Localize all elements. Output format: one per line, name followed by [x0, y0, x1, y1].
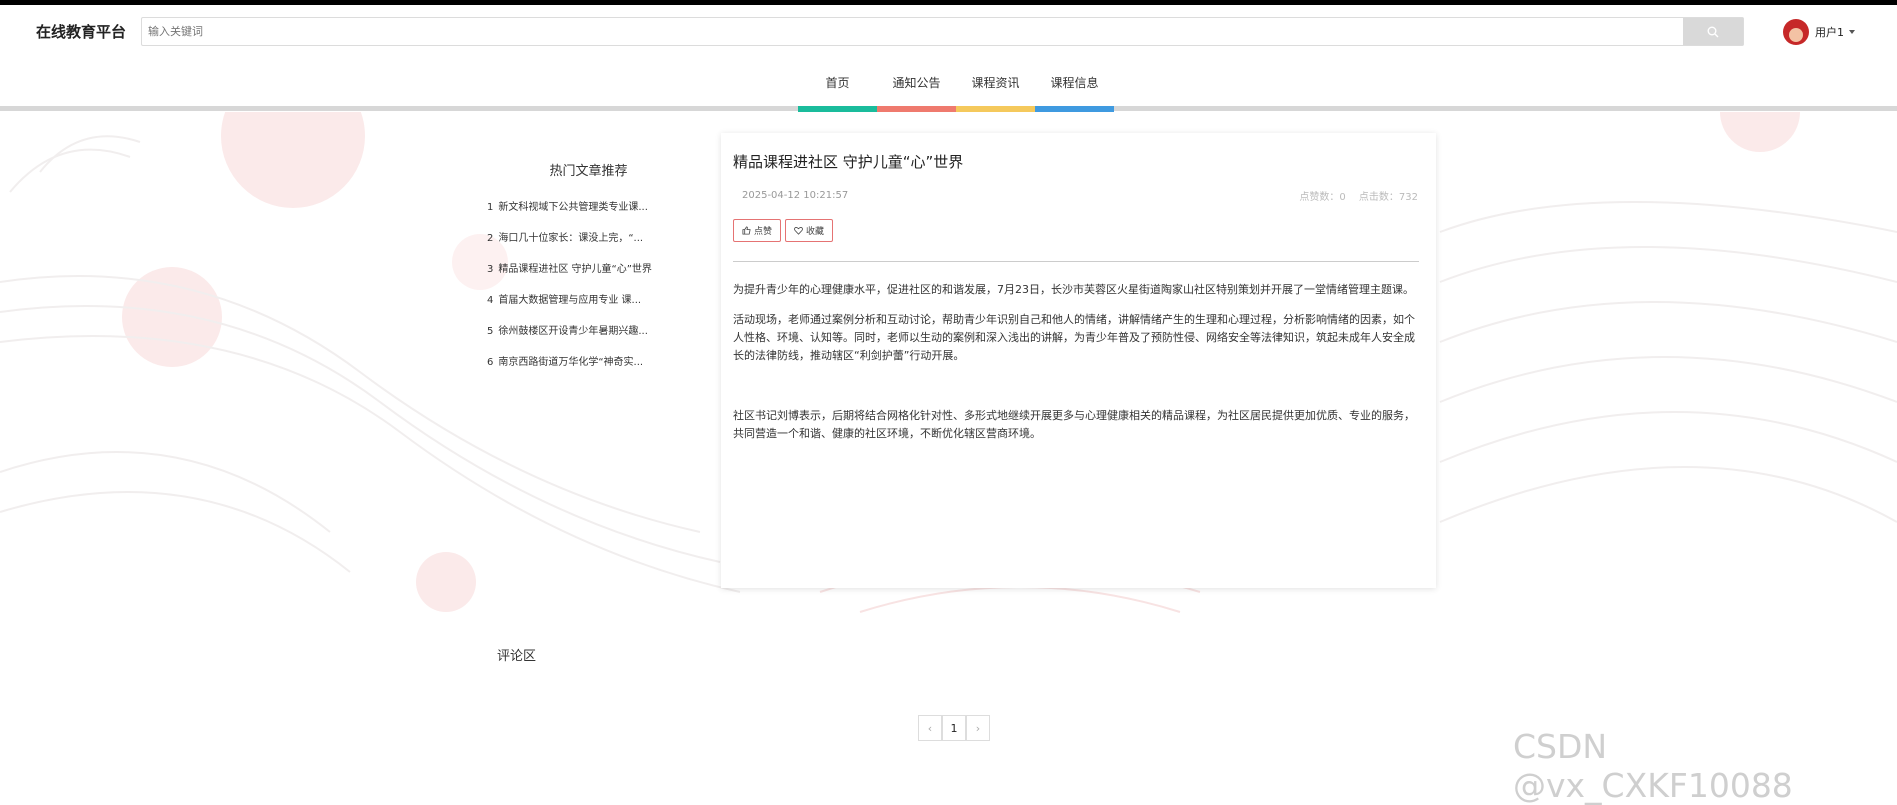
article-date: 2025-04-12 10:21:57: [742, 190, 849, 201]
click-count: 点击数：732: [1358, 192, 1418, 203]
prev-page-button[interactable]: ‹: [918, 715, 942, 741]
article-stats: 点赞数：0 点击数：732: [1289, 188, 1418, 203]
hot-articles-title: 热门文章推荐: [549, 164, 628, 179]
username[interactable]: 用户1: [1815, 24, 1844, 40]
article-divider: [733, 261, 1419, 262]
search-input[interactable]: [142, 18, 1684, 45]
header: 在线教育平台 用户1: [0, 5, 1897, 63]
nav-home[interactable]: 首页: [798, 63, 877, 103]
article-title: 精品课程进社区 守护儿童“心”世界: [733, 153, 964, 171]
avatar[interactable]: [1783, 19, 1809, 45]
hot-article-item[interactable]: 4 首届大数据管理与应用专业 课...: [487, 294, 672, 325]
favorite-button[interactable]: 收藏: [785, 219, 834, 242]
like-count: 点赞数：0: [1299, 192, 1346, 203]
hot-article-item[interactable]: 3 精品课程进社区 守护儿童“心”世界: [487, 263, 672, 294]
hot-article-item[interactable]: 5 徐州鼓楼区开设青少年暑期兴趣...: [487, 325, 672, 356]
site-logo[interactable]: 在线教育平台: [36, 21, 126, 42]
hot-article-item[interactable]: 2 海口几十位家长：课没上完，“...: [487, 232, 672, 263]
search-button[interactable]: [1683, 18, 1743, 45]
chevron-down-icon[interactable]: [1849, 30, 1855, 34]
article-paragraph: 为提升青少年的心理健康水平，促进社区的和谐发展，7月23日，长沙市芙蓉区火星街道…: [733, 283, 1414, 296]
article-paragraph: 活动现场，老师通过案例分析和互动讨论，帮助青少年识别自己和他人的情绪，讲解情绪产…: [733, 313, 1415, 362]
pagination: ‹ 1 ›: [918, 715, 990, 741]
article-actions: 点赞 收藏: [733, 219, 837, 242]
like-button[interactable]: 点赞: [733, 219, 782, 242]
search-icon: [1707, 26, 1719, 37]
nav-course-news[interactable]: 课程资讯: [956, 63, 1035, 103]
user-menu[interactable]: 用户1: [1783, 19, 1855, 45]
thumbs-up-icon: [742, 226, 751, 235]
favorite-label: 收藏: [806, 227, 825, 237]
like-label: 点赞: [754, 227, 773, 237]
article-paragraph: 社区书记刘博表示，后期将结合网格化针对性、多形式地继续开展更多与心理健康相关的精…: [733, 409, 1415, 440]
hot-article-item[interactable]: 1 新文科视域下公共管理类专业课...: [487, 201, 672, 232]
next-page-button[interactable]: ›: [966, 715, 990, 741]
search-bar: [141, 17, 1744, 46]
heart-icon: [794, 227, 803, 235]
watermark: CSDN @vx_CXKF10088: [1513, 727, 1793, 805]
hot-articles: 热门文章推荐 1 新文科视域下公共管理类专业课... 2 海口几十位家长：课没上完，…: [487, 160, 682, 387]
article-card: 精品课程进社区 守护儿童“心”世界 2025-04-12 10:21:57 点赞…: [721, 133, 1436, 588]
article-body: 为提升青少年的心理健康水平，促进社区的和谐发展，7月23日，长沙市芙蓉区火星街道…: [733, 281, 1421, 455]
hot-article-item[interactable]: 6 南京西路街道万华化学“神奇实...: [487, 356, 672, 387]
page-number-button[interactable]: 1: [942, 715, 966, 741]
main-nav: 首页 通知公告 课程资讯 课程信息: [0, 63, 1897, 112]
nav-notices[interactable]: 通知公告: [877, 63, 956, 103]
nav-course-info[interactable]: 课程信息: [1035, 63, 1114, 103]
comments-heading: 评论区: [497, 649, 537, 664]
